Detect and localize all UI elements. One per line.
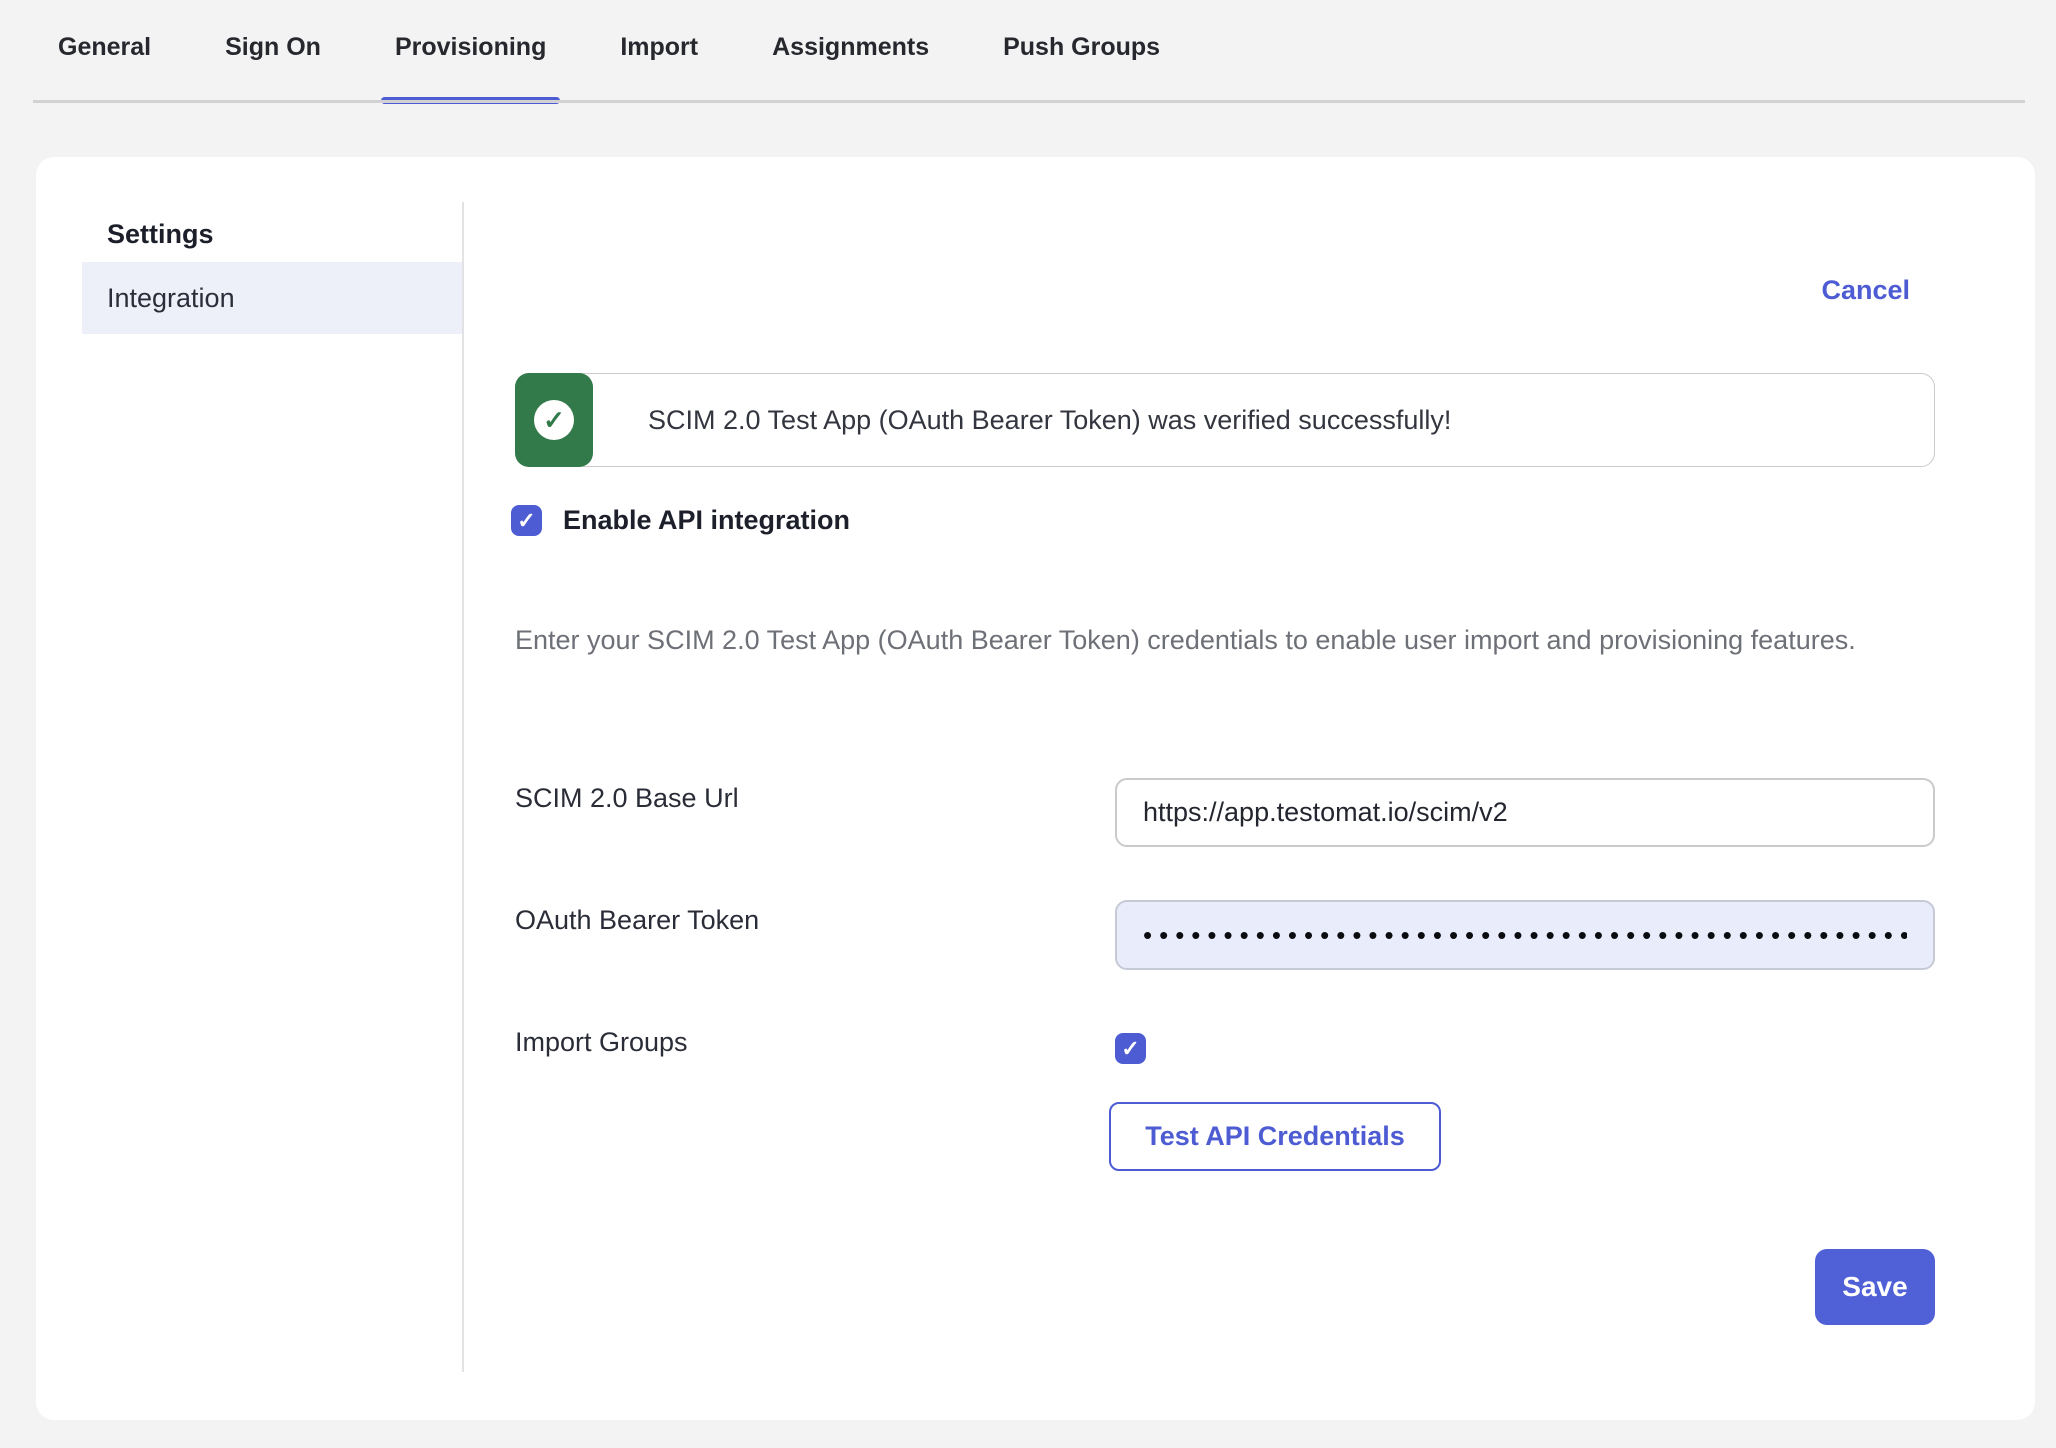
scim-base-url-input[interactable] [1115,778,1935,847]
sidebar-divider [462,202,464,1372]
provisioning-settings-card: Settings Integration Cancel SCIM 2.0 Tes… [36,157,2035,1420]
sidebar-item-label: Integration [107,283,235,314]
oauth-token-input[interactable] [1115,900,1935,970]
tab-sign-on[interactable]: Sign On [225,33,321,103]
enable-api-row: Enable API integration [511,505,850,536]
success-banner-message: SCIM 2.0 Test App (OAuth Bearer Token) w… [593,374,1451,466]
integration-form: Cancel SCIM 2.0 Test App (OAuth Bearer T… [515,157,1935,1420]
tab-provisioning[interactable]: Provisioning [395,33,546,103]
tab-assignments[interactable]: Assignments [772,33,929,103]
check-circle-icon [534,400,574,440]
tab-general[interactable]: General [58,33,151,103]
import-groups-checkbox[interactable] [1115,1033,1146,1064]
test-api-credentials-button[interactable]: Test API Credentials [1109,1102,1441,1171]
enable-api-checkbox[interactable] [511,505,542,536]
cancel-button[interactable]: Cancel [1821,275,1910,306]
scim-base-url-label: SCIM 2.0 Base Url [515,783,739,814]
import-groups-label: Import Groups [515,1027,688,1058]
sidebar-item-integration[interactable]: Integration [82,262,462,334]
success-banner-accent [515,373,593,467]
save-button[interactable]: Save [1815,1249,1935,1325]
success-banner: SCIM 2.0 Test App (OAuth Bearer Token) w… [515,373,1935,467]
app-tab-bar: General Sign On Provisioning Import Assi… [0,0,2056,103]
tab-push-groups[interactable]: Push Groups [1003,33,1160,103]
tab-import[interactable]: Import [620,33,698,103]
credentials-description: Enter your SCIM 2.0 Test App (OAuth Bear… [515,617,1915,664]
sidebar-heading-settings: Settings [107,219,214,250]
oauth-token-label: OAuth Bearer Token [515,905,759,936]
enable-api-label: Enable API integration [563,505,850,536]
tab-bar-divider [33,100,2025,103]
